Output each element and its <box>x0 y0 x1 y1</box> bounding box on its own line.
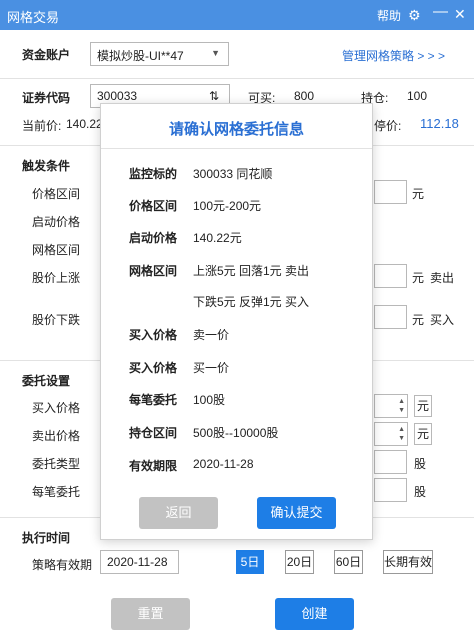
rise-pullback-input[interactable] <box>374 264 407 288</box>
dialog-confirm-button[interactable]: 确认提交 <box>257 497 336 529</box>
dialog-title: 请确认网格委托信息 <box>168 121 304 138</box>
security-code-label: 证券代码 <box>22 91 71 105</box>
close-button[interactable]: ✕ <box>454 6 466 23</box>
dialog-row-value: 卖一价 <box>193 328 230 342</box>
position-value: 100 <box>407 89 428 103</box>
stop-price-label: 停价: <box>374 119 402 133</box>
dialog-row-value: 买一价 <box>193 361 230 375</box>
period-20-days-button[interactable]: 20日 <box>285 550 314 574</box>
manage-strategy-link[interactable]: 管理网格策略 > > > <box>342 47 445 64</box>
buy-label: 买入 <box>430 313 455 327</box>
reset-button[interactable]: 重置 <box>111 598 190 630</box>
account-label: 资金账户 <box>22 48 71 62</box>
current-price-value: 140.22 <box>66 117 103 131</box>
valid-date-input[interactable]: 2020-11-28 <box>100 550 179 574</box>
dialog-row-value: 下跌5元 反弹1元 买入 <box>193 295 310 309</box>
dialog-row-value: 140.22元 <box>193 231 242 245</box>
dialog-row-label: 网格区间 <box>129 264 178 278</box>
sell-price-stepper[interactable]: ▲ ▼ <box>374 422 408 446</box>
per-order-unit: 股 <box>414 485 427 499</box>
window-title: 网格交易 <box>7 10 60 25</box>
dialog-divider <box>101 148 372 149</box>
dialog-row-value: 100股 <box>193 393 226 407</box>
minimize-button[interactable]: — <box>433 3 448 20</box>
sell-label: 卖出 <box>430 271 455 285</box>
dialog-row-value: 300033 同花顺 <box>193 167 273 181</box>
period-5-days-button[interactable]: 5日 <box>236 550 264 574</box>
buy-price-stepper[interactable]: ▲ ▼ <box>374 394 408 418</box>
valid-period-label: 策略有效期 <box>32 558 93 572</box>
rise-unit: 元 <box>412 271 425 285</box>
dialog-row-value: 100元-200元 <box>193 199 262 213</box>
grid-range-label: 网格区间 <box>32 243 81 257</box>
account-select[interactable]: 模拟炒股-UI**47 ▼ <box>90 42 229 66</box>
dialog-row-label: 价格区间 <box>129 199 178 213</box>
dialog-row-value: 500股--10000股 <box>193 426 279 440</box>
dialog-row-value: 上涨5元 回落1元 卖出 <box>193 264 310 278</box>
create-button[interactable]: 创建 <box>275 598 354 630</box>
title-bar: 网格交易 帮助 ⚙ — ✕ <box>0 0 474 30</box>
order-section-title: 委托设置 <box>22 374 71 388</box>
dialog-back-button[interactable]: 返回 <box>139 497 218 529</box>
gear-icon[interactable]: ⚙ <box>408 7 421 24</box>
rise-label: 股价上涨 <box>32 271 81 285</box>
period-60-days-button[interactable]: 60日 <box>334 550 363 574</box>
buy-price-label: 买入价格 <box>32 401 81 415</box>
confirm-dialog: 请确认网格委托信息 监控标的 300033 同花顺 价格区间 100元-200元… <box>100 103 373 540</box>
buyable-value: 800 <box>294 89 315 103</box>
sort-icon[interactable]: ⇅ <box>209 89 219 103</box>
stepper-icon[interactable]: ▲ ▼ <box>398 425 405 443</box>
dialog-row-label: 买入价格 <box>129 328 178 342</box>
execution-section-title: 执行时间 <box>22 531 71 545</box>
per-order-input[interactable] <box>374 478 407 502</box>
sell-price-unit: 元 <box>414 423 432 445</box>
dialog-row-label: 每笔委托 <box>129 393 178 407</box>
price-range-max-input[interactable] <box>374 180 407 204</box>
dialog-row-label: 监控标的 <box>129 167 178 181</box>
start-price-label: 启动价格 <box>32 215 81 229</box>
divider <box>0 78 474 79</box>
price-range-unit: 元 <box>412 187 425 201</box>
dialog-row-label: 买入价格 <box>129 361 178 375</box>
per-order-label: 每笔委托 <box>32 485 81 499</box>
fall-rebound-input[interactable] <box>374 305 407 329</box>
order-type-input[interactable] <box>374 450 407 474</box>
stop-price-value: 112.18 <box>420 116 459 131</box>
sell-price-label: 卖出价格 <box>32 429 81 443</box>
security-code-value: 300033 <box>97 89 138 103</box>
help-link[interactable]: 帮助 <box>377 7 401 24</box>
fall-unit: 元 <box>412 313 425 327</box>
dialog-row-label: 有效期限 <box>129 459 178 473</box>
dialog-row-label: 启动价格 <box>129 231 178 245</box>
stepper-icon[interactable]: ▲ ▼ <box>398 397 405 415</box>
chevron-down-icon: ▼ <box>211 48 220 58</box>
trigger-section-title: 触发条件 <box>22 159 71 173</box>
period-long-term-button[interactable]: 长期有效 <box>383 550 433 574</box>
price-range-label: 价格区间 <box>32 187 81 201</box>
buy-price-unit: 元 <box>414 395 432 417</box>
dialog-row-value: 2020-11-28 <box>193 457 254 471</box>
order-type-label: 委托类型 <box>32 457 81 471</box>
dialog-row-label: 持仓区间 <box>129 426 178 440</box>
order-type-unit: 股 <box>414 457 427 471</box>
current-price-label: 当前价: <box>22 119 62 133</box>
fall-label: 股价下跌 <box>32 313 81 327</box>
account-select-value: 模拟炒股-UI**47 <box>97 49 184 63</box>
valid-date-value: 2020-11-28 <box>107 555 168 569</box>
